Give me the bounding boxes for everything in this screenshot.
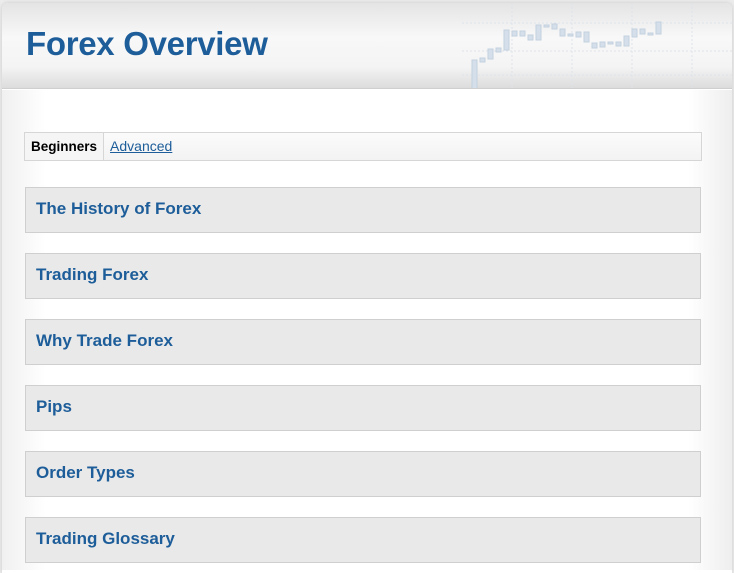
section-pips[interactable]: Pips: [25, 385, 701, 431]
section-trading-forex[interactable]: Trading Forex: [25, 253, 701, 299]
tab-advanced[interactable]: Advanced: [104, 133, 178, 160]
section-trading-glossary[interactable]: Trading Glossary: [25, 517, 701, 563]
tab-beginners[interactable]: Beginners: [25, 133, 105, 160]
tab-bar: Beginners Advanced: [24, 132, 702, 161]
page-panel: Forex Overview Beginners Advanced The Hi: [2, 3, 732, 573]
candlestick-chart-decoration: [462, 3, 732, 88]
main-content: Beginners Advanced The History of Forex …: [2, 90, 732, 570]
section-why-trade-forex[interactable]: Why Trade Forex: [25, 319, 701, 365]
page-title: Forex Overview: [26, 25, 268, 62]
section-history-of-forex[interactable]: The History of Forex: [25, 187, 701, 233]
section-order-types[interactable]: Order Types: [25, 451, 701, 497]
page-header: Forex Overview: [2, 3, 732, 89]
